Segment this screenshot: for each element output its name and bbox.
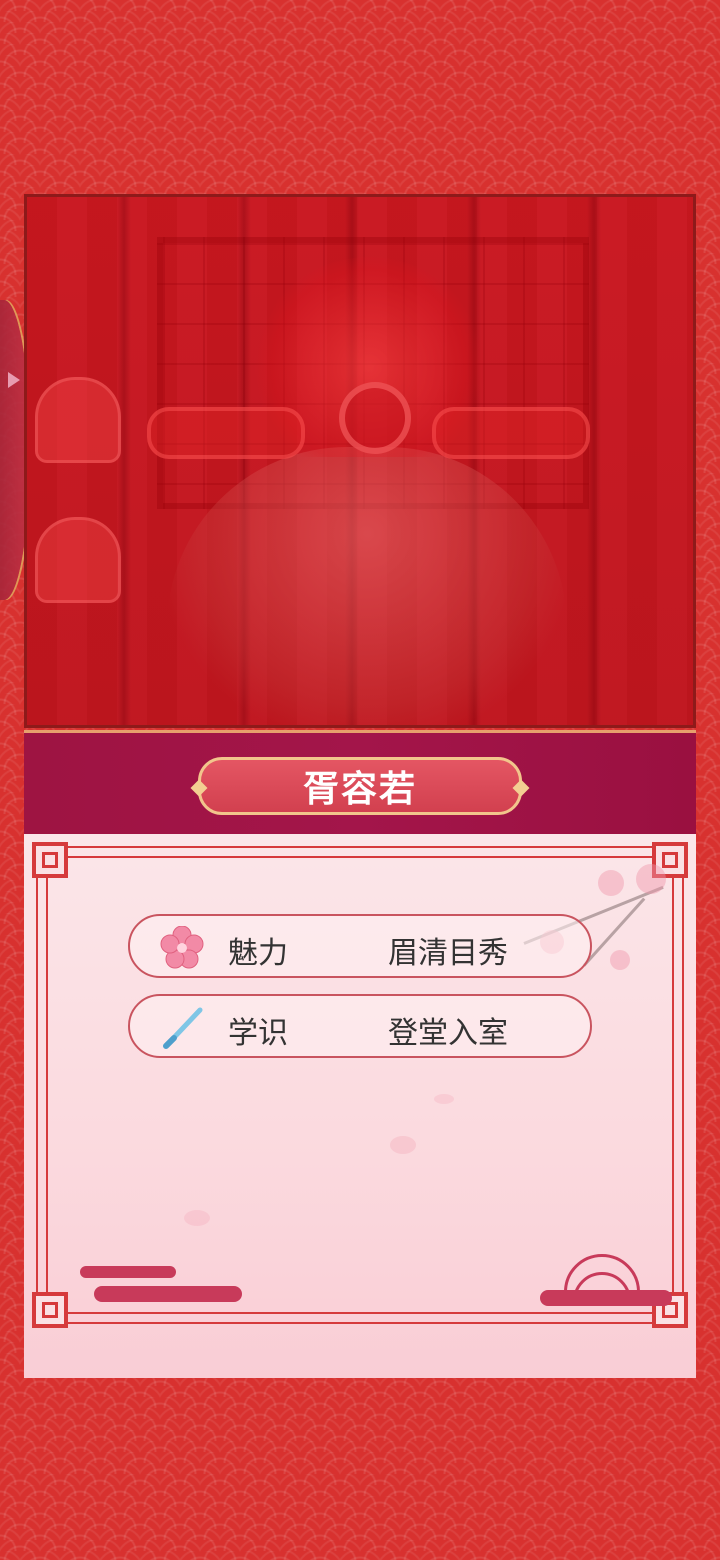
- stat-label: 魅力: [228, 936, 288, 971]
- lantern: [35, 517, 121, 603]
- plum-blossom: [610, 950, 630, 970]
- cloud-bar-ornament: [80, 1266, 176, 1278]
- plum-blossom: [636, 864, 666, 894]
- name-plaque: 胥容若: [190, 757, 530, 815]
- frame-corner-ornament: [32, 842, 68, 878]
- plum-blossom: [598, 870, 624, 896]
- falling-petal: [434, 1094, 454, 1104]
- sun-arc-ornament: [564, 1252, 640, 1292]
- stat-value: 登堂入室: [388, 1016, 508, 1051]
- lantern: [35, 377, 121, 463]
- cloud-bar-ornament: [94, 1286, 242, 1302]
- stat-label: 学识: [228, 1016, 288, 1051]
- stat-row-charm: 魅力 眉清目秀: [128, 914, 592, 978]
- cloud-bar-ornament: [540, 1290, 672, 1306]
- character-name: 胥容若: [302, 769, 417, 810]
- falling-petal: [184, 1210, 210, 1226]
- brush-icon: [163, 1007, 203, 1049]
- attribute-card: 魅力 眉清目秀 学识 登堂入室: [24, 834, 696, 1378]
- hat-ornament: [339, 382, 411, 454]
- frame-corner-ornament: [32, 1292, 68, 1328]
- stat-value: 眉清目秀: [388, 936, 508, 971]
- character-scene-image: [24, 194, 696, 728]
- hat-wing-right: [432, 407, 590, 459]
- hat-wing-left: [147, 407, 305, 459]
- curtain-fold: [587, 197, 601, 725]
- chevron-right-icon[interactable]: [8, 372, 20, 388]
- plum-blossom-icon: [160, 926, 204, 969]
- falling-petal: [390, 1136, 416, 1154]
- curtain-fold: [117, 197, 131, 725]
- stat-row-learning: 学识 登堂入室: [128, 994, 592, 1058]
